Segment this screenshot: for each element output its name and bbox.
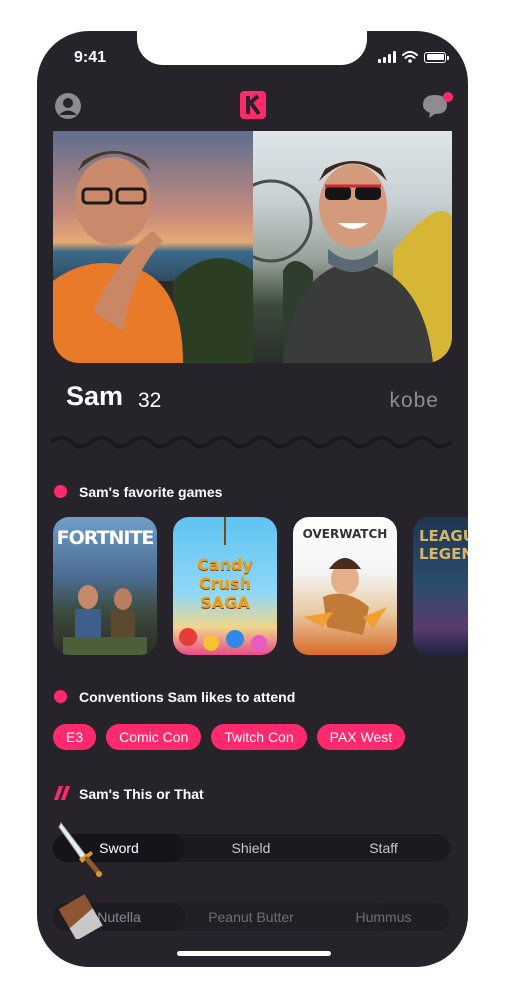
phone-screen: 9:41 Sam 32 kobe Sam's favorite games FO…	[37, 31, 468, 967]
app-logo-icon[interactable]	[240, 91, 266, 119]
game-card-fortnite[interactable]: FORTNITE	[53, 517, 157, 655]
profile-photos[interactable]	[53, 131, 452, 363]
battery-icon	[424, 51, 449, 63]
option-hummus[interactable]: Hummus	[317, 903, 450, 931]
status-icons	[378, 51, 449, 63]
game-title: LEAGUE OF LEGENDS	[419, 527, 468, 563]
overwatch-cover-icon	[303, 558, 387, 635]
candy-crush-cover-icon	[179, 517, 267, 651]
profile-age: 32	[138, 389, 162, 412]
status-time: 9:41	[74, 49, 107, 66]
toggle-weapon[interactable]: Sword Shield Staff	[53, 834, 450, 862]
signal-icon	[378, 51, 396, 63]
wave-divider	[51, 435, 453, 449]
option-shield[interactable]: Shield	[185, 834, 317, 862]
home-indicator[interactable]	[177, 951, 331, 956]
chocolate-icon	[58, 894, 103, 939]
profile-photo-right[interactable]	[252, 131, 452, 363]
profile-name: Sam	[66, 381, 124, 411]
option-staff[interactable]: Staff	[317, 834, 450, 862]
game-card-overwatch[interactable]: OVERWATCH	[293, 517, 397, 655]
game-card-candy-crush[interactable]: Candy Crush SAGA	[173, 517, 277, 655]
game-card-league[interactable]: LEAGUE OF LEGENDS	[413, 517, 468, 655]
chip-twitch-con[interactable]: Twitch Con	[211, 724, 307, 750]
conventions-section-title: Conventions Sam likes to attend	[79, 689, 296, 705]
games-bullet-dot	[54, 485, 67, 498]
profile-handle: kobe	[389, 389, 439, 412]
toggle-spread[interactable]: Nutella Peanut Butter Hummus	[53, 903, 450, 931]
conventions-chips: E3 Comic Con Twitch Con PAX West	[53, 724, 406, 750]
option-peanut-butter[interactable]: Peanut Butter	[185, 903, 317, 931]
fortnite-cover-icon	[63, 585, 147, 655]
profile-photo-left[interactable]	[53, 131, 253, 363]
sword-icon	[58, 822, 102, 877]
chip-pax-west[interactable]: PAX West	[316, 724, 406, 750]
profile-icon[interactable]	[54, 92, 82, 120]
notch	[137, 31, 367, 65]
chip-e3[interactable]: E3	[53, 724, 97, 750]
this-or-that-title: Sam's This or That	[79, 786, 204, 802]
conventions-bullet-dot	[54, 690, 67, 703]
wifi-icon	[402, 51, 418, 63]
chat-icon[interactable]	[420, 91, 454, 121]
games-carousel[interactable]: FORTNITE Candy Crush SAGA OVERWATCH LEAG…	[53, 517, 468, 655]
games-section-title: Sam's favorite games	[79, 484, 223, 500]
this-or-that-icon	[54, 786, 70, 800]
chip-comic-con[interactable]: Comic Con	[106, 724, 202, 750]
